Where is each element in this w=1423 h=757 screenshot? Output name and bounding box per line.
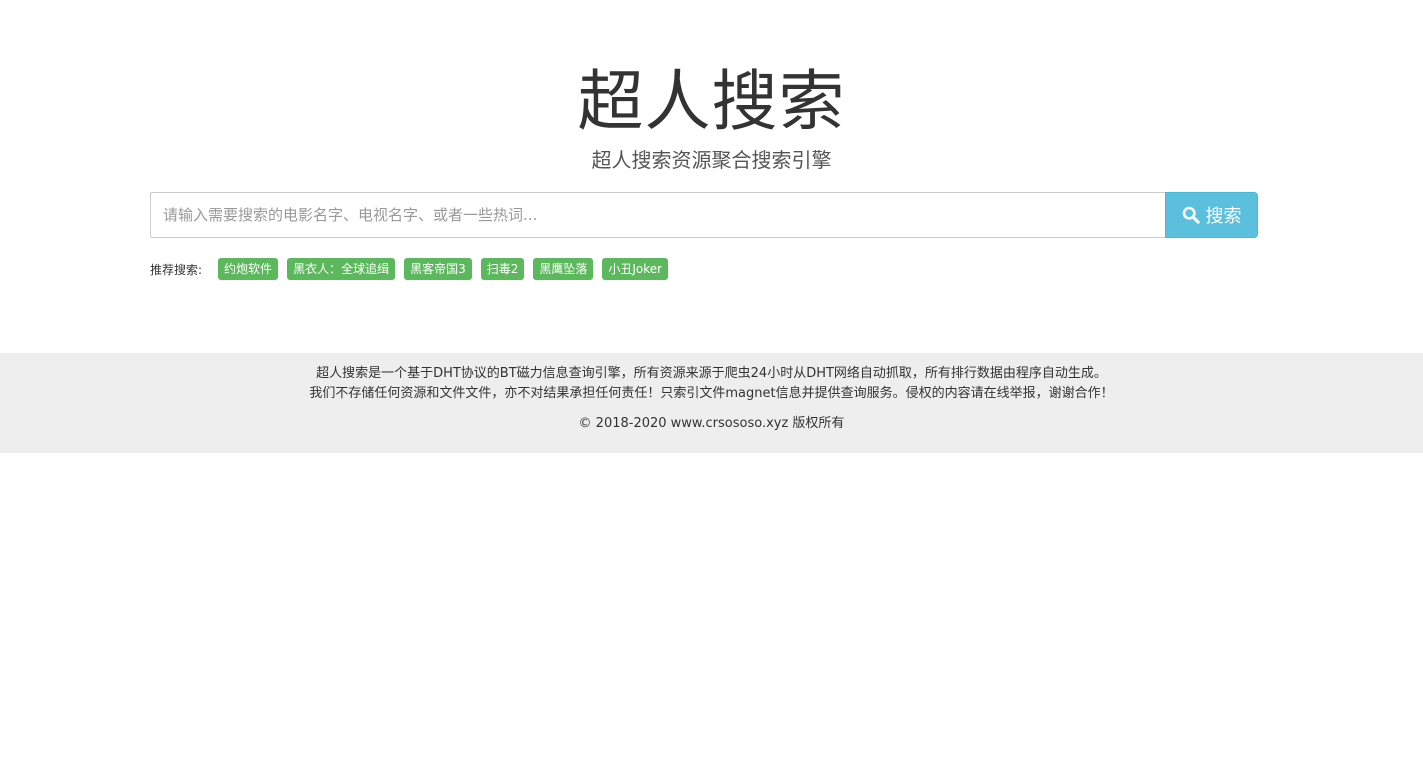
hot-searches-label: 推荐搜索: — [150, 262, 203, 277]
hot-searches: 推荐搜索: 约炮软件 黑衣人：全球追缉 黑客帝国3 扫毒2 黑鹰坠落 小丑Jok… — [150, 258, 677, 280]
site-title: 超人搜索 — [577, 63, 846, 140]
header: 超人搜索 超人搜索资源聚合搜索引擎 — [0, 0, 1423, 174]
search-button[interactable]: 搜索 — [1165, 192, 1258, 238]
search-bar: 搜索 — [150, 192, 1258, 238]
search-input[interactable] — [150, 192, 1165, 238]
hot-search-tag[interactable]: 黑衣人：全球追缉 — [287, 258, 396, 280]
search-icon — [1182, 206, 1200, 224]
footer-disclaimer-line1: 超人搜索是一个基于DHT协议的BT磁力信息查询引擎，所有资源来源于爬虫24小时从… — [316, 366, 1107, 381]
footer: 超人搜索是一个基于DHT协议的BT磁力信息查询引擎，所有资源来源于爬虫24小时从… — [0, 353, 1423, 453]
site-subtitle: 超人搜索资源聚合搜索引擎 — [591, 148, 832, 172]
hot-search-tag[interactable]: 约炮软件 — [218, 258, 279, 280]
search-button-label: 搜索 — [1205, 206, 1242, 227]
hot-search-tag[interactable]: 小丑Joker — [602, 258, 669, 280]
hot-search-tag[interactable]: 扫毒2 — [480, 258, 525, 280]
hot-search-tag[interactable]: 黑鹰坠落 — [533, 258, 594, 280]
hot-search-tag[interactable]: 黑客帝国3 — [404, 258, 472, 280]
footer-copyright: © 2018-2020 www.crsososo.xyz 版权所有 — [578, 416, 845, 431]
footer-disclaimer-line2: 我们不存储任何资源和文件文件，亦不对结果承担任何责任！只索引文件magnet信息… — [309, 386, 1114, 401]
